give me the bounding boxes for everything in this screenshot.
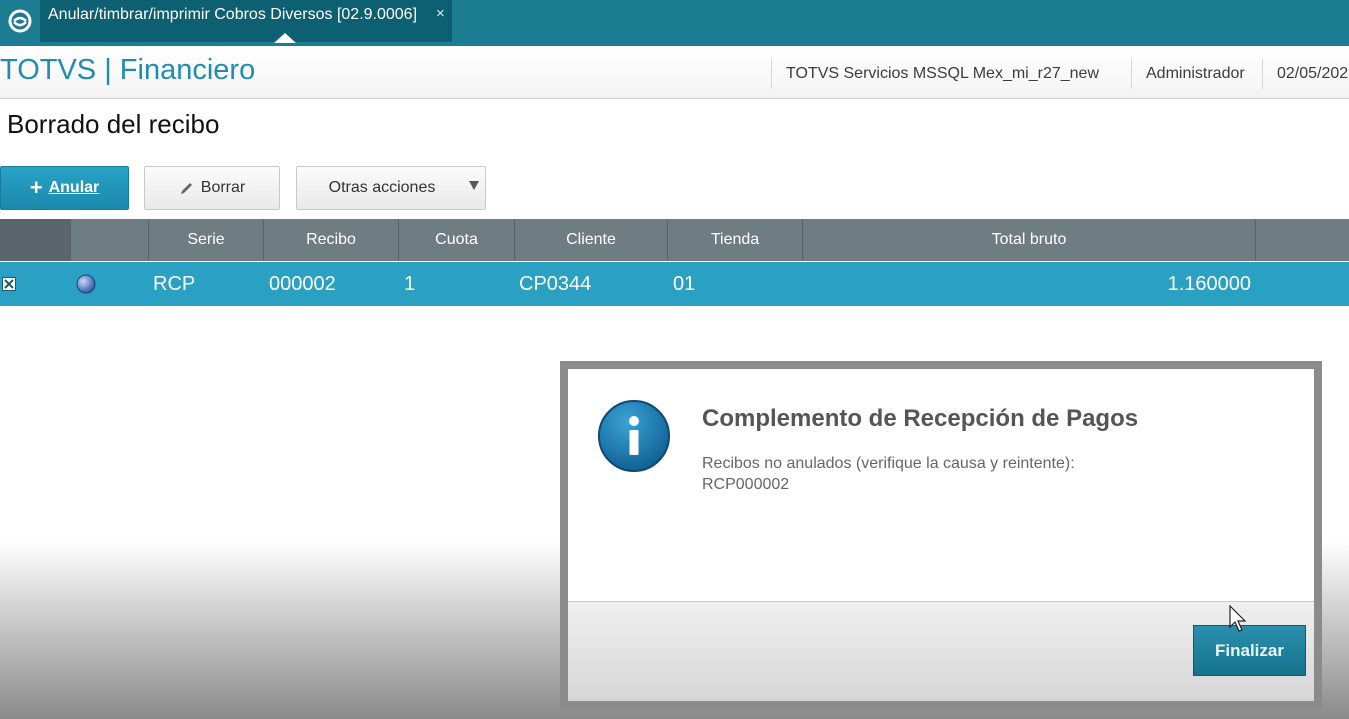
totvs-logo-icon[interactable] bbox=[0, 0, 40, 42]
plus-icon: + bbox=[29, 175, 43, 200]
borrar-button[interactable]: Borrar bbox=[144, 166, 280, 210]
row-checkbox[interactable] bbox=[2, 277, 16, 291]
column-cuota[interactable]: Cuota bbox=[399, 219, 515, 261]
dialog-message-line2: RCP000002 bbox=[702, 476, 790, 493]
dialog-panel: Complemento de Recepción de Pagos Recibo… bbox=[568, 369, 1314, 701]
pencil-icon bbox=[179, 180, 195, 196]
cell-tienda: 01 bbox=[673, 273, 696, 295]
status-column[interactable] bbox=[71, 219, 149, 261]
dialog-title: Complemento de Recepción de Pagos bbox=[702, 405, 1139, 432]
cell-recibo: 000002 bbox=[269, 273, 336, 295]
cell-total-bruto: 1.160000 bbox=[1167, 273, 1251, 295]
tab-cobros-diversos[interactable]: Anular/timbrar/imprimir Cobros Diversos … bbox=[40, 0, 452, 43]
info-icon bbox=[597, 399, 671, 478]
cell-cuota: 1 bbox=[404, 273, 416, 295]
app-title: TOTVS | Financiero bbox=[0, 54, 256, 86]
cell-cliente: CP0344 bbox=[519, 273, 592, 295]
environment-info[interactable]: TOTVS Servicios MSSQL Mex_mi_r27_new bbox=[771, 59, 1099, 89]
select-all-column[interactable] bbox=[0, 219, 71, 261]
tab-label: Anular/timbrar/imprimir Cobros Diversos … bbox=[48, 6, 418, 23]
column-serie[interactable]: Serie bbox=[149, 219, 264, 261]
column-total-bruto[interactable]: Total bruto bbox=[803, 219, 1256, 261]
dropdown-arrow-icon bbox=[469, 181, 479, 190]
mouse-cursor-icon bbox=[1229, 604, 1249, 638]
column-cliente[interactable]: Cliente bbox=[515, 219, 668, 261]
finalizar-button[interactable]: Finalizar bbox=[1193, 625, 1306, 676]
status-icon bbox=[76, 274, 96, 294]
cell-serie: RCP bbox=[153, 273, 196, 295]
page-title: Borrado del recibo bbox=[7, 109, 220, 139]
dialog-message-line1: Recibos no anulados (verifique la causa … bbox=[702, 455, 1075, 472]
anular-button[interactable]: + Anular bbox=[0, 166, 129, 210]
top-tab-bar: Anular/timbrar/imprimir Cobros Diversos … bbox=[0, 0, 1349, 46]
borrar-label: Borrar bbox=[200, 179, 246, 196]
table-row[interactable]: RCP 000002 1 CP0344 01 1.160000 bbox=[0, 262, 1349, 306]
dialog-message: Recibos no anulados (verifique la causa … bbox=[702, 453, 1075, 495]
otras-acciones-label: Otras acciones bbox=[328, 179, 436, 196]
column-recibo[interactable]: Recibo bbox=[264, 219, 399, 261]
message-dialog: Complemento de Recepción de Pagos Recibo… bbox=[560, 361, 1322, 709]
grid-header: Serie Recibo Cuota Cliente Tienda Total … bbox=[0, 219, 1349, 261]
app-header: TOTVS | Financiero TOTVS Servicios MSSQL… bbox=[0, 46, 1349, 99]
close-icon[interactable]: × bbox=[436, 5, 445, 22]
column-tienda[interactable]: Tienda bbox=[668, 219, 803, 261]
otras-acciones-button[interactable]: Otras acciones bbox=[296, 166, 486, 210]
user-info[interactable]: Administrador bbox=[1131, 59, 1245, 89]
caret-up-icon bbox=[274, 33, 296, 43]
date-info[interactable]: 02/05/202 bbox=[1262, 59, 1348, 89]
anular-label: Anular bbox=[48, 179, 100, 196]
